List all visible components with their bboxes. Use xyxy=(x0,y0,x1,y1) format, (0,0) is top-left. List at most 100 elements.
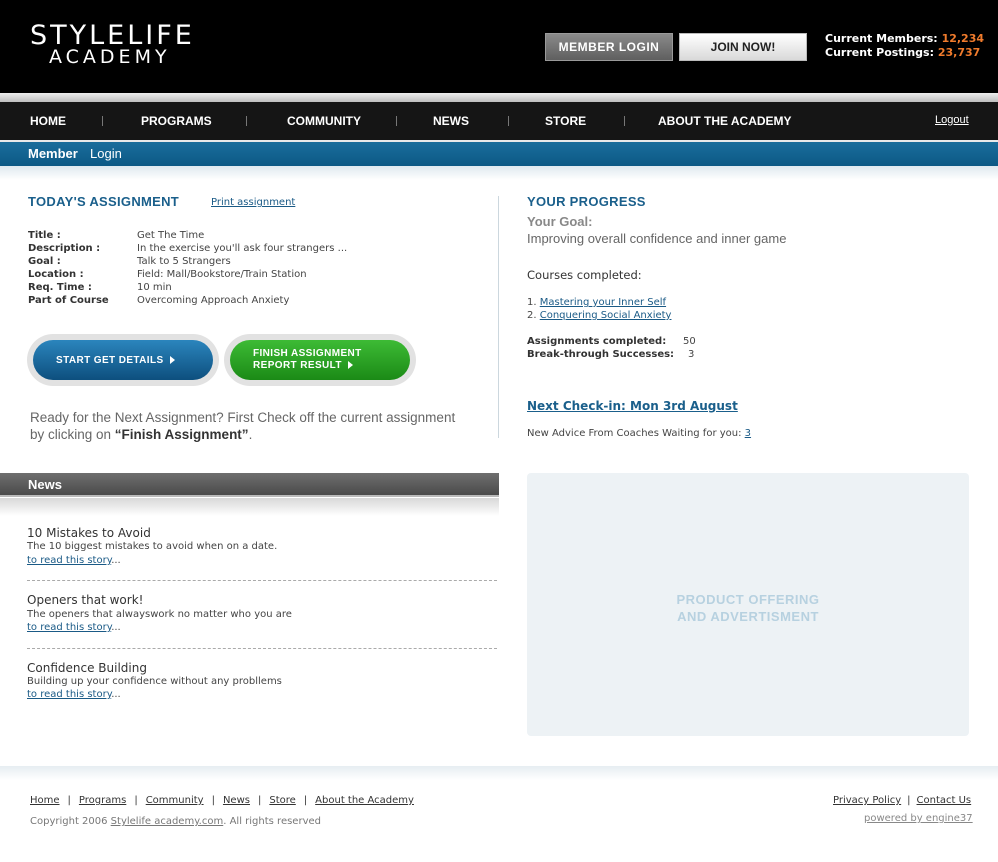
footer-separator: | xyxy=(67,795,71,806)
detail-value-location: Field: Mall/Bookstore/Train Station xyxy=(137,269,307,280)
finish-button-label: FINISH ASSIGNMENT REPORT RESULT xyxy=(253,348,362,372)
nav-news[interactable]: NEWS xyxy=(433,102,469,140)
nav-community[interactable]: COMMUNITY xyxy=(287,102,361,140)
coach-advice-count-link[interactable]: 3 xyxy=(745,428,751,439)
footer-separator: | xyxy=(907,795,911,806)
read-story-link[interactable]: to read this story xyxy=(27,555,111,566)
next-assignment-post: . xyxy=(248,427,253,442)
breakthrough-value: 3 xyxy=(688,349,695,360)
assignment-title: TODAY'S ASSIGNMENT xyxy=(28,194,180,209)
arrow-right-icon xyxy=(169,356,175,365)
news-item-desc: The openers that alwayswork no matter wh… xyxy=(27,609,292,620)
member-login-button[interactable]: MEMBER LOGIN xyxy=(545,33,673,61)
course-number: 2. xyxy=(527,310,537,321)
print-assignment-link[interactable]: Print assignment xyxy=(211,197,295,208)
finish-button-line2: REPORT RESULT xyxy=(253,360,342,371)
logo-wordmark-bottom[interactable]: ACADEMY xyxy=(49,48,171,67)
footer-separator: | xyxy=(257,795,262,806)
next-assignment-line2: by clicking on “Finish Assignment”. xyxy=(30,426,480,443)
detail-label-location: Location : xyxy=(28,269,84,280)
news-item-title[interactable]: Confidence Building xyxy=(27,661,147,675)
postings-stat: Current Postings: 23,737 xyxy=(825,46,984,60)
members-count: 12,234 xyxy=(941,32,985,45)
coach-advice: New Advice From Coaches Waiting for you:… xyxy=(527,428,751,439)
finish-button-line1: FINISH ASSIGNMENT xyxy=(253,348,362,359)
postings-label: Current Postings: xyxy=(825,46,934,59)
footer-link-store[interactable]: Store xyxy=(269,795,295,806)
ad-line1: PRODUCT OFFERING xyxy=(676,592,820,607)
course-link[interactable]: Conquering Social Anxiety xyxy=(540,310,672,321)
detail-label-goal: Goal : xyxy=(28,256,61,267)
member-login-bar: Member Login xyxy=(0,140,998,166)
copyright-post: . All rights reserved xyxy=(223,816,321,827)
next-assignment-line1: Ready for the Next Assignment? First Che… xyxy=(30,410,456,425)
news-header-shadow xyxy=(0,498,499,516)
logo-wordmark-top[interactable]: STYLELIFE xyxy=(30,22,195,49)
postings-count: 23,737 xyxy=(937,46,981,59)
footer-link-news[interactable]: News xyxy=(223,795,250,806)
goal-text: Improving overall confidence and inner g… xyxy=(527,231,787,246)
nav-home[interactable]: HOME xyxy=(30,102,66,140)
column-divider xyxy=(498,196,499,438)
read-story-link[interactable]: to read this story xyxy=(27,689,111,700)
copyright-site-link[interactable]: Stylelife academy.com xyxy=(111,816,224,827)
next-checkin-link[interactable]: Next Check-in: Mon 3rd August xyxy=(527,399,738,413)
start-get-details-button[interactable]: START GET DETAILS xyxy=(33,340,213,380)
read-story-link[interactable]: to read this story xyxy=(27,622,111,633)
copyright-pre: Copyright 2006 xyxy=(30,816,111,827)
nav-separator xyxy=(396,116,397,126)
nav-separator xyxy=(508,116,509,126)
site-header: STYLELIFE ACADEMY MEMBER LOGIN JOIN NOW!… xyxy=(0,0,998,93)
footer-separator: | xyxy=(134,795,138,806)
news-item-link-row: to read this story... xyxy=(27,689,121,700)
detail-label-course: Part of Course xyxy=(28,295,109,306)
detail-label-title: Title : xyxy=(28,230,61,241)
detail-value-course: Overcoming Approach Anxiety xyxy=(137,295,290,306)
finish-assignment-button[interactable]: FINISH ASSIGNMENT REPORT RESULT xyxy=(230,340,410,380)
nav-separator xyxy=(246,116,247,126)
assignments-completed-value: 50 xyxy=(683,336,696,347)
privacy-policy-link[interactable]: Privacy Policy xyxy=(833,795,901,806)
footer-link-community[interactable]: Community xyxy=(146,795,204,806)
site-stats: Current Members: 12,234 Current Postings… xyxy=(825,32,984,60)
news-item-desc: Building up your confidence without any … xyxy=(27,676,282,687)
nav-programs[interactable]: PROGRAMS xyxy=(141,102,212,140)
read-story-ellipsis: ... xyxy=(111,622,121,633)
course-item: 2. Conquering Social Anxiety xyxy=(527,310,671,321)
read-story-ellipsis: ... xyxy=(111,555,121,566)
advertisement-box[interactable]: PRODUCT OFFERING AND ADVERTISMENT xyxy=(527,473,969,736)
nav-store[interactable]: STORE xyxy=(545,102,586,140)
detail-value-title: Get The Time xyxy=(137,230,205,241)
footer-link-about[interactable]: About the Academy xyxy=(315,795,414,806)
news-item-desc: The 10 biggest mistakes to avoid when on… xyxy=(27,541,278,552)
detail-label-req-time: Req. Time : xyxy=(28,282,92,293)
contact-us-link[interactable]: Contact Us xyxy=(917,795,972,806)
join-now-button[interactable]: JOIN NOW! xyxy=(679,33,807,61)
powered-by-link[interactable]: powered by engine37 xyxy=(864,813,973,824)
header-divider xyxy=(0,93,998,102)
detail-label-description: Description : xyxy=(28,243,101,254)
member-bar-shadow xyxy=(0,166,998,180)
coach-advice-text: New Advice From Coaches Waiting for you: xyxy=(527,428,742,439)
news-divider xyxy=(27,648,497,649)
detail-value-description: In the exercise you'll ask four stranger… xyxy=(137,243,348,254)
courses-completed-label: Courses completed: xyxy=(527,268,642,282)
footer-legal-links: Privacy Policy | Contact Us xyxy=(833,795,971,806)
footer-link-home[interactable]: Home xyxy=(30,795,60,806)
footer-link-programs[interactable]: Programs xyxy=(79,795,126,806)
news-item-title[interactable]: Openers that work! xyxy=(27,593,143,607)
main-nav: HOME PROGRAMS COMMUNITY NEWS STORE ABOUT… xyxy=(0,102,998,140)
footer-band xyxy=(0,766,998,780)
course-number: 1. xyxy=(527,297,537,308)
member-bar-regular: Login xyxy=(90,146,122,161)
news-item-title[interactable]: 10 Mistakes to Avoid xyxy=(27,526,151,540)
nav-about[interactable]: ABOUT THE ACADEMY xyxy=(658,102,792,140)
members-label: Current Members: xyxy=(825,32,938,45)
footer-nav: Home | Programs | Community | News | Store | About… xyxy=(30,795,414,806)
nav-separator xyxy=(102,116,103,126)
news-header: News xyxy=(28,477,62,492)
detail-value-req-time: 10 min xyxy=(137,282,172,293)
course-link[interactable]: Mastering your Inner Self xyxy=(540,297,666,308)
logout-link[interactable]: Logout xyxy=(935,102,969,138)
footer-separator: | xyxy=(211,795,215,806)
